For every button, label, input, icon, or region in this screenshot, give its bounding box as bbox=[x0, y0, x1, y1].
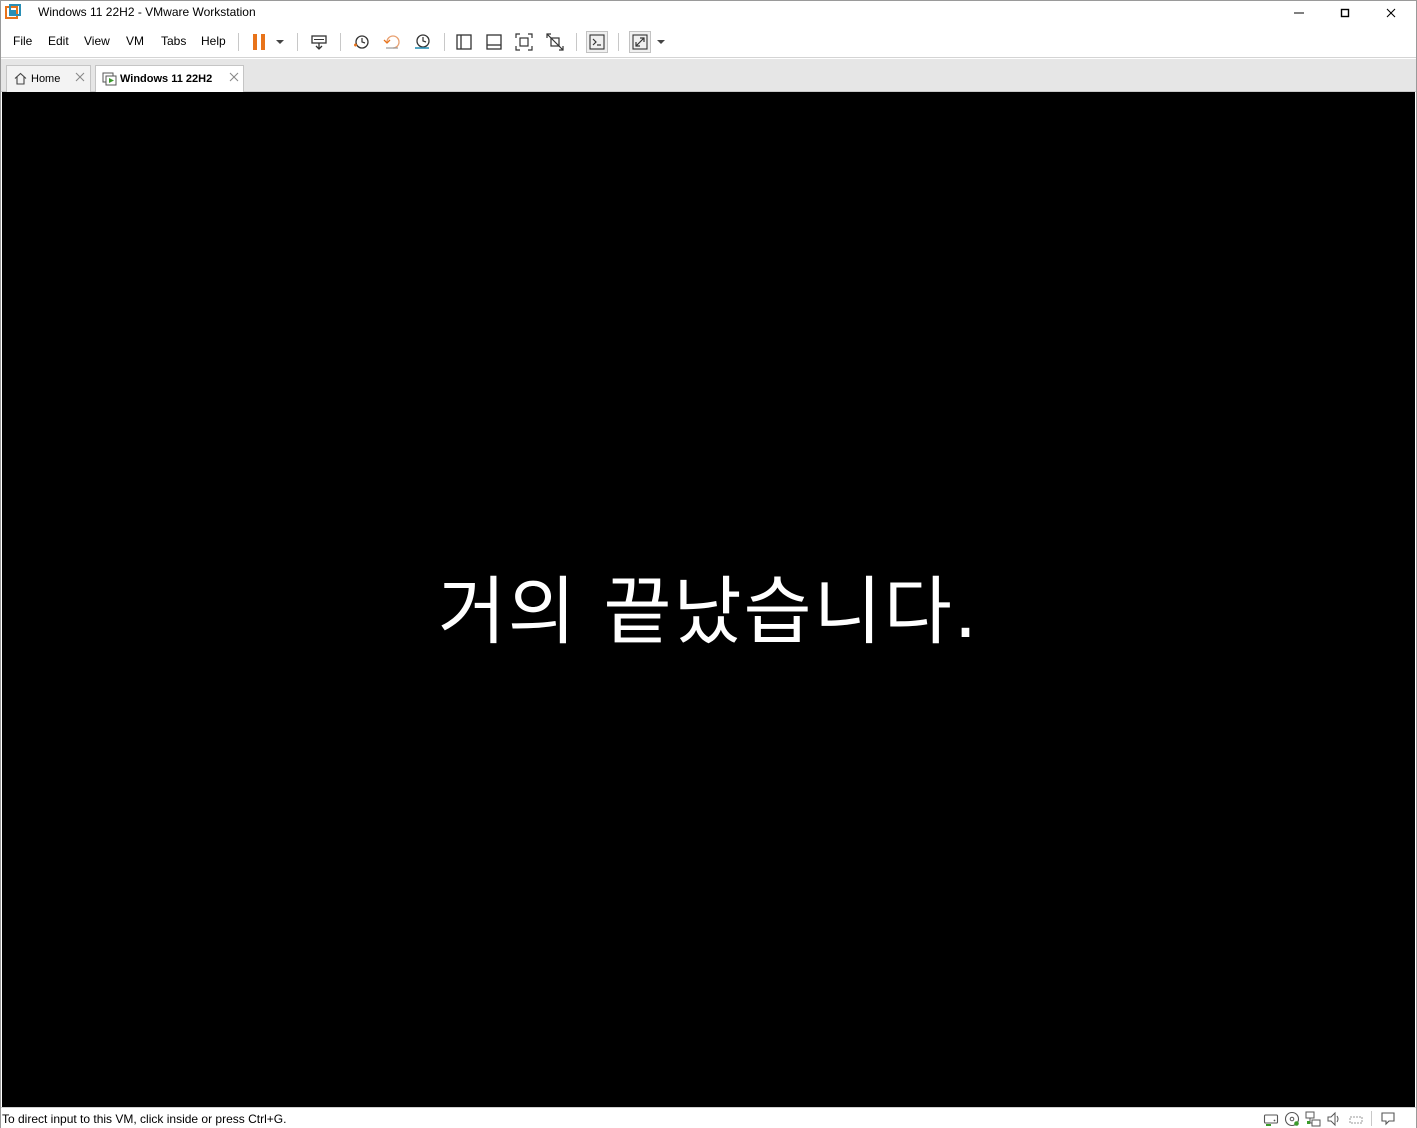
toolbar-separator bbox=[238, 33, 239, 51]
cd-dvd-icon[interactable] bbox=[1284, 1111, 1300, 1127]
library-view-icon bbox=[456, 34, 472, 50]
status-hint-text: To direct input to this VM, click inside… bbox=[2, 1112, 287, 1126]
menu-toolbar: File Edit View VM Tabs Help bbox=[1, 25, 1416, 58]
close-icon bbox=[1386, 8, 1396, 18]
pause-icon bbox=[253, 34, 265, 50]
tab-windows-11-vm[interactable]: Windows 11 22H2 bbox=[95, 65, 244, 92]
stretch-guest-button[interactable] bbox=[629, 31, 651, 53]
menu-help[interactable]: Help bbox=[201, 34, 226, 48]
unity-button[interactable] bbox=[544, 31, 566, 53]
tab-home-label: Home bbox=[31, 73, 61, 85]
toolbar-separator bbox=[444, 33, 445, 51]
show-library-button[interactable] bbox=[453, 31, 475, 53]
vm-icon bbox=[102, 72, 117, 86]
toolbar-separator bbox=[576, 33, 577, 51]
dropdown-arrow-icon bbox=[657, 40, 665, 44]
console-view-button[interactable] bbox=[586, 31, 608, 53]
console-view-icon bbox=[589, 34, 605, 50]
stretch-guest-icon bbox=[632, 34, 648, 50]
close-button[interactable] bbox=[1368, 1, 1414, 25]
power-dropdown-button[interactable] bbox=[271, 31, 289, 53]
send-ctrl-alt-del-button[interactable] bbox=[308, 31, 330, 53]
maximize-icon bbox=[1340, 8, 1350, 18]
window-title: Windows 11 22H2 - VMware Workstation bbox=[38, 5, 256, 19]
take-snapshot-button[interactable] bbox=[350, 31, 372, 53]
full-screen-button[interactable] bbox=[513, 31, 535, 53]
printer-icon[interactable] bbox=[1348, 1111, 1364, 1127]
title-bar[interactable]: Windows 11 22H2 - VMware Workstation bbox=[1, 1, 1416, 25]
minimize-icon bbox=[1294, 12, 1304, 14]
menu-view[interactable]: View bbox=[84, 34, 110, 48]
tab-strip: Home Windows 11 22H2 bbox=[1, 59, 1416, 92]
snapshot-revert-icon bbox=[383, 35, 400, 49]
sound-icon[interactable] bbox=[1326, 1111, 1342, 1127]
tab-close-icon[interactable] bbox=[73, 70, 87, 84]
thumbnail-view-icon bbox=[486, 34, 502, 50]
toolbar-separator bbox=[618, 33, 619, 51]
full-screen-icon bbox=[515, 33, 533, 51]
hard-disk-icon[interactable] bbox=[1263, 1111, 1279, 1127]
snapshot-manager-button[interactable] bbox=[411, 31, 433, 53]
menu-file[interactable]: File bbox=[13, 34, 32, 48]
vm-console-display[interactable]: 거의 끝났습니다. bbox=[2, 92, 1415, 1107]
menu-edit[interactable]: Edit bbox=[48, 34, 69, 48]
stretch-dropdown-button[interactable] bbox=[652, 31, 670, 53]
maximize-button[interactable] bbox=[1322, 1, 1368, 25]
message-log-icon[interactable] bbox=[1380, 1111, 1396, 1127]
toolbar-separator bbox=[340, 33, 341, 51]
dropdown-arrow-icon bbox=[276, 40, 284, 44]
vmware-logo-icon bbox=[5, 4, 22, 21]
tab-close-icon[interactable] bbox=[227, 70, 241, 84]
status-separator bbox=[1371, 1111, 1372, 1126]
tab-vm-label: Windows 11 22H2 bbox=[120, 73, 213, 85]
pause-button[interactable] bbox=[248, 31, 270, 53]
network-icon[interactable] bbox=[1305, 1111, 1321, 1127]
minimize-button[interactable] bbox=[1276, 1, 1322, 25]
send-ctrl-alt-del-icon bbox=[311, 35, 327, 50]
unity-icon bbox=[546, 33, 564, 51]
revert-snapshot-button[interactable] bbox=[381, 31, 403, 53]
menu-vm[interactable]: VM bbox=[126, 34, 144, 48]
vmware-window: Windows 11 22H2 - VMware Workstation Fil… bbox=[0, 0, 1417, 1128]
setup-status-message: 거의 끝났습니다. bbox=[437, 569, 980, 655]
snapshot-manager-icon bbox=[415, 34, 430, 49]
menu-tabs[interactable]: Tabs bbox=[161, 34, 186, 48]
thumbnail-bar-button[interactable] bbox=[483, 31, 505, 53]
tab-home[interactable]: Home bbox=[6, 65, 91, 92]
home-icon bbox=[14, 72, 27, 85]
toolbar-separator bbox=[297, 33, 298, 51]
snapshot-take-icon bbox=[354, 35, 369, 49]
status-bar: To direct input to this VM, click inside… bbox=[1, 1107, 1416, 1128]
